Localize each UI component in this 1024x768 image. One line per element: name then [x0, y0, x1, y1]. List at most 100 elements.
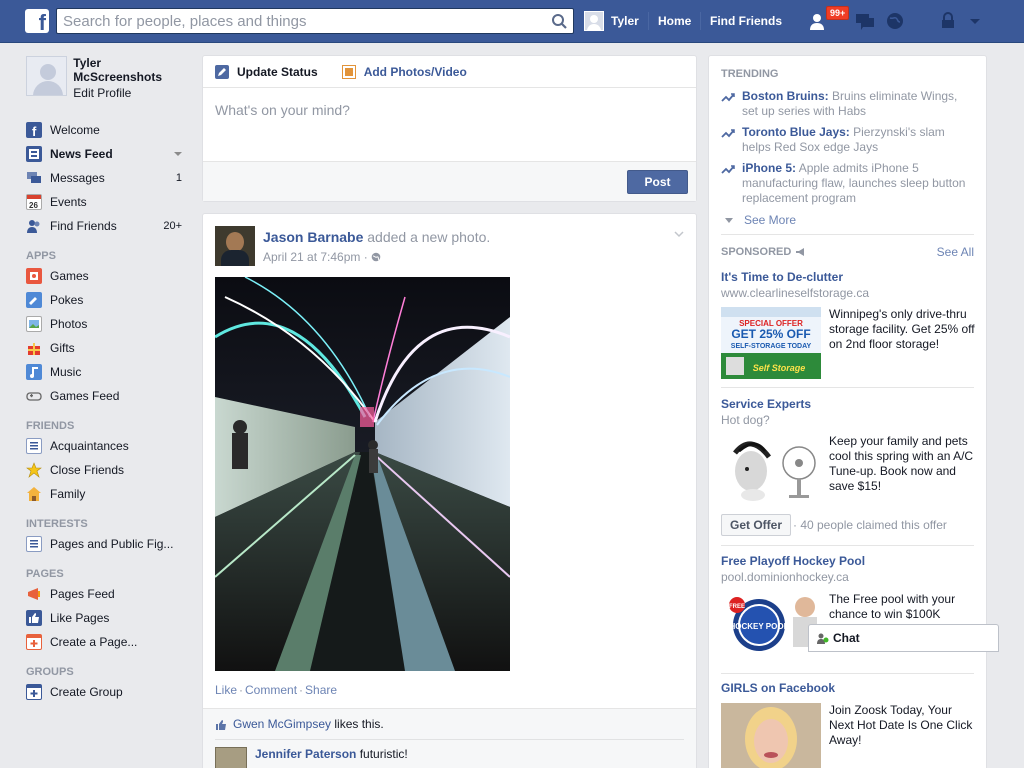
sidebar-item-games-feed[interactable]: Games Feed [26, 384, 191, 408]
liker-link[interactable]: Gwen McGimpsey [233, 717, 331, 731]
edit-profile-link[interactable]: Edit Profile [73, 85, 191, 101]
top-bar: f Tyler Home Find Friends 99+ [0, 0, 1024, 43]
search-input[interactable] [57, 9, 537, 33]
section-header-interests[interactable]: INTERESTS [26, 512, 191, 532]
ad-url[interactable]: www.clearlineselfstorage.ca [721, 286, 869, 300]
ad-image-hockey-pool[interactable]: FREE HOCKEY POOL [721, 589, 821, 661]
tab-add-photos-video[interactable]: Add Photos/Video [341, 64, 467, 79]
pages-list-icon [26, 536, 42, 552]
sidebar-item-create-group[interactable]: Create Group [26, 680, 191, 704]
divider [648, 12, 649, 30]
section-header-groups[interactable]: GROUPS [26, 660, 191, 680]
profile-name-link[interactable]: Tyler [611, 14, 639, 28]
sidebar-item-welcome[interactable]: f Welcome [26, 118, 191, 142]
ad-title[interactable]: Free Playoff Hockey Pool [721, 554, 865, 568]
sidebar-item-like-pages[interactable]: Like Pages [26, 606, 191, 630]
section-header-pages[interactable]: PAGES [26, 562, 191, 582]
avatar[interactable] [215, 747, 247, 768]
facebook-logo-icon[interactable]: f [25, 9, 49, 35]
messages-icon[interactable] [854, 10, 876, 32]
ad-title[interactable]: GIRLS on Facebook [721, 681, 835, 695]
sidebar-item-label: Events [50, 195, 87, 209]
chevron-down-icon[interactable] [964, 10, 986, 32]
comment-author-link[interactable]: Jennifer Paterson [255, 747, 356, 761]
get-offer-button[interactable]: Get Offer [721, 514, 792, 536]
sponsored-label: SPONSORED [721, 246, 792, 258]
games-icon [26, 268, 42, 284]
list-icon [26, 438, 42, 454]
ad-title[interactable]: Service Experts [721, 397, 811, 411]
friend-count: 20+ [163, 220, 182, 232]
sponsored-header: SPONSORED [721, 246, 807, 258]
sidebar-item-find-friends[interactable]: Find Friends 20+ [26, 214, 191, 238]
story-timestamp[interactable]: April 21 at 7:46pm [263, 250, 360, 264]
globe-icon[interactable] [884, 10, 906, 32]
trending-topic[interactable]: iPhone 5: [742, 161, 796, 175]
sidebar-item-label: Photos [50, 317, 88, 331]
sidebar-item-close-friends[interactable]: Close Friends [26, 458, 191, 482]
composer-footer: Post [203, 161, 696, 201]
sidebar-item-pages-feed[interactable]: Pages Feed [26, 582, 191, 606]
privacy-shortcuts-icon[interactable] [938, 10, 960, 32]
sidebar-item-pokes[interactable]: Pokes [26, 288, 191, 312]
story-photo[interactable] [215, 277, 510, 671]
thumbs-up-icon [216, 719, 226, 730]
story-author-link[interactable]: Jason Barnabe [263, 229, 363, 245]
profile-summary: Tyler McScreenshots Edit Profile [26, 56, 191, 102]
trending-item[interactable]: Toronto Blue Jays: Pierzynski's slam hel… [721, 125, 976, 155]
home-link[interactable]: Home [658, 14, 691, 28]
section-header-friends[interactable]: FRIENDS [26, 414, 191, 434]
chevron-down-icon[interactable] [674, 230, 684, 238]
ad-image-girl[interactable] [721, 703, 821, 768]
sidebar-item-news-feed[interactable]: News Feed [26, 142, 191, 166]
divider [215, 739, 684, 740]
ad-title[interactable]: It's Time to De-clutter [721, 270, 843, 284]
star-icon [26, 462, 42, 478]
find-friends-link[interactable]: Find Friends [710, 14, 782, 28]
story-header: Jason Barnabe added a new photo. [263, 229, 490, 245]
like-link[interactable]: Like [215, 683, 237, 697]
see-all-link[interactable]: See All [937, 245, 974, 259]
comment-link[interactable]: Comment [245, 683, 297, 697]
unread-count: 1 [175, 172, 182, 184]
trending-topic[interactable]: Toronto Blue Jays: [742, 125, 850, 139]
share-link[interactable]: Share [305, 683, 337, 697]
ufi-bar: Gwen McGimpsey likes this. Jennifer Pate… [203, 708, 696, 768]
sidebar-item-music[interactable]: Music [26, 360, 191, 384]
sidebar-item-label: Games Feed [50, 389, 120, 403]
trending-item[interactable]: Boston Bruins: Bruins eliminate Wings, s… [721, 89, 976, 119]
status-input[interactable]: What's on your mind? [203, 88, 696, 162]
ad-image-text: Self Storage [753, 363, 806, 373]
sidebar-item-acquaintances[interactable]: Acquaintances [26, 434, 191, 458]
see-more-link[interactable]: See More [725, 213, 796, 227]
sidebar-item-create-page[interactable]: Create a Page... [26, 630, 191, 654]
profile-name[interactable]: Tyler McScreenshots [73, 56, 191, 84]
chevron-down-icon[interactable] [174, 152, 182, 156]
trending-topic[interactable]: Boston Bruins: [742, 89, 829, 103]
search-box [56, 8, 574, 34]
profile-picture[interactable] [26, 56, 68, 96]
sidebar-item-pages-and-public-figures[interactable]: Pages and Public Fig... [26, 532, 191, 556]
sidebar-item-gifts[interactable]: Gifts [26, 336, 191, 360]
chat-tab[interactable]: Chat [808, 624, 999, 652]
ad-image-self-storage[interactable]: SPECIAL OFFER GET 25% OFF SELF-STORAGE T… [721, 307, 821, 379]
post-button[interactable]: Post [627, 170, 688, 194]
sidebar-item-games[interactable]: Games [26, 264, 191, 288]
section-header-apps[interactable]: APPS [26, 244, 191, 264]
ad-image-text: HOCKEY POOL [730, 622, 789, 631]
avatar[interactable] [215, 226, 255, 266]
sidebar-item-photos[interactable]: Photos [26, 312, 191, 336]
sidebar-item-family[interactable]: Family [26, 482, 191, 506]
trending-item[interactable]: iPhone 5: Apple admits iPhone 5 manufact… [721, 161, 976, 206]
ad-image-dog-fan[interactable] [721, 433, 821, 505]
search-icon[interactable] [551, 13, 569, 29]
pencil-icon [215, 64, 229, 79]
svg-text:f: f [32, 124, 37, 138]
tab-update-status[interactable]: Update Status [215, 64, 318, 79]
ad-url[interactable]: pool.dominionhockey.ca [721, 570, 849, 584]
divider [721, 545, 974, 546]
sidebar-item-messages[interactable]: Messages 1 [26, 166, 191, 190]
profile-link[interactable]: Tyler [584, 10, 639, 32]
feed-story: Jason Barnabe added a new photo. April 2… [202, 213, 697, 768]
sidebar-item-events[interactable]: 26 Events [26, 190, 191, 214]
